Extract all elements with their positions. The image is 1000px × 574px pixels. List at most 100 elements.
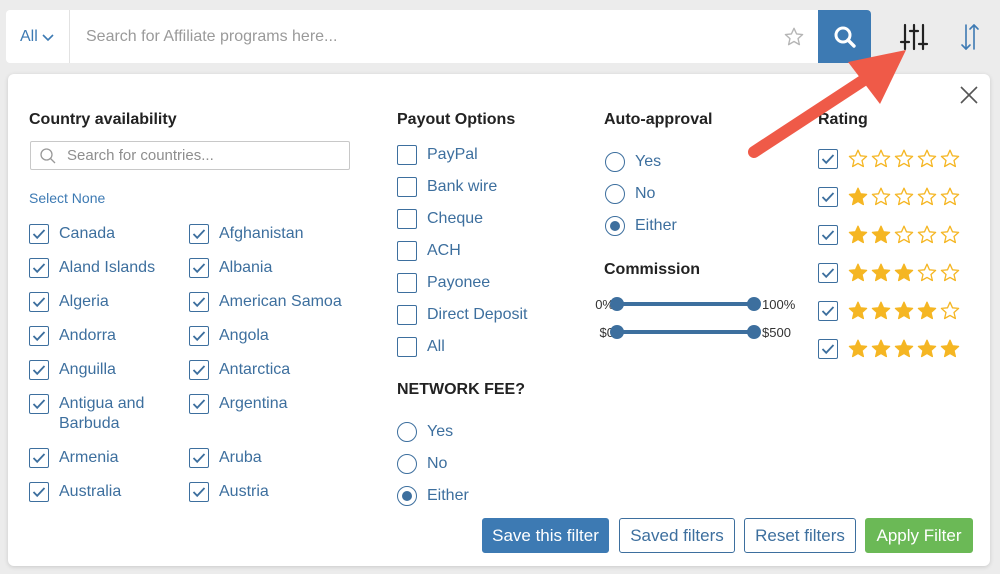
payout-option[interactable]: Payonee [397,267,527,299]
country-option[interactable]: Angola [189,326,349,346]
slider-max-handle[interactable] [747,325,761,339]
slider-max-handle[interactable] [747,297,761,311]
slider-min-handle[interactable] [610,297,624,311]
saved-filters-button[interactable]: Saved filters [619,518,735,553]
country-option[interactable]: Afghanistan [189,224,349,244]
payout-label: PayPal [427,146,478,163]
rating-option[interactable] [818,338,960,360]
radio-button[interactable] [397,454,417,474]
country-option[interactable]: Canada [29,224,189,244]
country-option[interactable]: Armenia [29,448,189,468]
auto-approval-option[interactable]: No [605,178,677,210]
checkbox[interactable] [818,187,838,207]
checkbox[interactable] [818,339,838,359]
radio-button[interactable] [605,216,625,236]
radio-button[interactable] [397,486,417,506]
country-option[interactable]: Andorra [29,326,189,346]
payout-option[interactable]: ACH [397,235,527,267]
network-fee-option[interactable]: Either [397,480,469,512]
checkbox[interactable] [189,326,209,346]
search-input[interactable] [70,10,770,63]
commission-heading: Commission [604,261,701,278]
rating-option[interactable] [818,186,960,208]
slider-track[interactable] [610,325,761,339]
network-fee-option[interactable]: Yes [397,416,469,448]
country-option[interactable]: Anguilla [29,360,189,380]
country-option[interactable]: American Samoa [189,292,349,312]
radio-button[interactable] [605,152,625,172]
country-option[interactable]: Austria [189,482,349,502]
checkbox[interactable] [29,224,49,244]
country-option[interactable]: Antigua and Barbuda [29,394,189,434]
select-none-link[interactable]: Select None [29,190,105,206]
country-heading: Country availability [29,111,177,128]
checkbox[interactable] [189,394,209,414]
close-button[interactable] [958,84,980,106]
rating-option[interactable] [818,148,960,170]
checkbox[interactable] [397,337,417,357]
search-button[interactable] [818,10,871,63]
checkbox[interactable] [818,301,838,321]
slider-min-handle[interactable] [610,325,624,339]
checkbox[interactable] [29,360,49,380]
slider-track[interactable] [610,297,761,311]
auto-approval-option[interactable]: Yes [605,146,677,178]
rating-option[interactable] [818,262,960,284]
search-scope-dropdown[interactable]: All [6,10,70,63]
radio-button[interactable] [605,184,625,204]
filter-sliders-button[interactable] [894,17,934,57]
checkbox[interactable] [29,292,49,312]
rating-option[interactable] [818,224,960,246]
checkbox[interactable] [397,273,417,293]
payout-option[interactable]: Direct Deposit [397,299,527,331]
reset-filters-button[interactable]: Reset filters [744,518,856,553]
country-option[interactable]: Argentina [189,394,349,434]
checkbox[interactable] [189,448,209,468]
checkbox[interactable] [397,305,417,325]
payout-option[interactable]: Bank wire [397,171,527,203]
payout-label: All [427,338,445,355]
filter-panel: Country availability Select None Canada A… [8,74,990,566]
checkbox[interactable] [29,448,49,468]
payout-option[interactable]: PayPal [397,139,527,171]
country-option[interactable]: Aruba [189,448,349,468]
checkbox[interactable] [818,149,838,169]
chevron-down-icon [42,33,54,41]
checkbox[interactable] [189,292,209,312]
country-option[interactable]: Algeria [29,292,189,312]
country-option[interactable]: Aland Islands [29,258,189,278]
checkbox[interactable] [397,145,417,165]
auto-approval-option[interactable]: Either [605,210,677,242]
checkbox[interactable] [397,177,417,197]
auto-approval-heading: Auto-approval [604,111,713,128]
apply-filter-button[interactable]: Apply Filter [865,518,973,553]
country-label: Algeria [59,293,109,310]
country-search-input[interactable] [67,147,337,164]
country-option[interactable]: Australia [29,482,189,502]
checkbox[interactable] [818,225,838,245]
rating-option[interactable] [818,300,960,322]
checkbox[interactable] [189,482,209,502]
radio-button[interactable] [397,422,417,442]
country-option[interactable]: Albania [189,258,349,278]
checkbox[interactable] [189,258,209,278]
sort-button[interactable] [953,17,987,57]
checkbox[interactable] [189,360,209,380]
favorite-star-icon[interactable] [770,26,818,48]
checkbox[interactable] [29,326,49,346]
network-fee-option[interactable]: No [397,448,469,480]
payout-option[interactable]: Cheque [397,203,527,235]
country-label: American Samoa [219,293,342,310]
checkbox[interactable] [29,258,49,278]
auto-approval-label: No [635,185,656,202]
save-filter-button[interactable]: Save this filter [482,518,609,553]
checkbox[interactable] [818,263,838,283]
payout-option[interactable]: All [397,331,527,363]
checkbox[interactable] [29,482,49,502]
sliders-icon [899,23,929,51]
checkbox[interactable] [29,394,49,414]
checkbox[interactable] [397,209,417,229]
checkbox[interactable] [397,241,417,261]
checkbox[interactable] [189,224,209,244]
country-option[interactable]: Antarctica [189,360,349,380]
